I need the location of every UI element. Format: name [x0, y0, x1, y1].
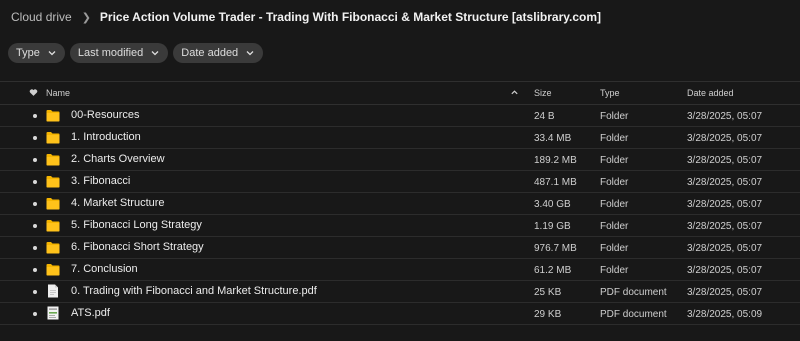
breadcrumb-root-link[interactable]: Cloud drive: [11, 10, 72, 24]
file-name[interactable]: ATS.pdf: [71, 307, 110, 319]
table-row[interactable]: 0. Trading with Fibonacci and Market Str…: [0, 281, 800, 303]
table-row[interactable]: 2. Charts Overview 189.2 MB Folder 3/28/202…: [0, 149, 800, 171]
file-size: 1.19 GB: [534, 221, 571, 232]
file-type: Folder: [600, 243, 629, 254]
folder-icon: [46, 263, 60, 276]
file-name[interactable]: 7. Conclusion: [71, 263, 138, 275]
file-date-added: 3/28/2025, 05:07: [687, 199, 763, 210]
row-select-dot-icon[interactable]: [33, 180, 37, 184]
folder-icon: [46, 131, 60, 144]
file-type: Folder: [600, 111, 629, 122]
column-header-date-added[interactable]: Date added: [687, 88, 734, 98]
file-type: PDF document: [600, 287, 667, 298]
filter-last-modified-button[interactable]: Last modified: [69, 43, 169, 63]
file-size: 487.1 MB: [534, 177, 577, 188]
sort-ascending-icon[interactable]: [510, 88, 519, 97]
file-date-added: 3/28/2025, 05:07: [687, 133, 763, 144]
filter-type-button[interactable]: Type: [8, 43, 65, 63]
file-date-added: 3/28/2025, 05:07: [687, 265, 763, 276]
file-date-added: 3/28/2025, 05:07: [687, 177, 763, 188]
file-name[interactable]: 3. Fibonacci: [71, 175, 130, 187]
file-size: 24 B: [534, 111, 555, 122]
table-row[interactable]: 5. Fibonacci Long Strategy 1.19 GB Folder 3…: [0, 215, 800, 237]
breadcrumb-current-folder: Price Action Volume Trader - Trading Wit…: [99, 10, 602, 24]
table-row[interactable]: 7. Conclusion 61.2 MB Folder 3/28/2025, 05:…: [0, 259, 800, 281]
filter-date-added-button[interactable]: Date added: [173, 43, 264, 63]
file-type: Folder: [600, 155, 629, 166]
table-row[interactable]: 00-Resources 24 B Folder 3/28/2025, 05:07: [0, 105, 800, 127]
file-name[interactable]: 5. Fibonacci Long Strategy: [71, 219, 202, 231]
row-select-dot-icon[interactable]: [33, 136, 37, 140]
table-row[interactable]: ATS.pdf 29 KB PDF document 3/28/2025, 05:09: [0, 303, 800, 325]
file-date-added: 3/28/2025, 05:07: [687, 221, 763, 232]
file-name[interactable]: 2. Charts Overview: [71, 153, 165, 165]
pdf-thumbnail-icon: [47, 306, 61, 320]
filter-bar: Type Last modified Date added: [8, 43, 264, 63]
column-header-name[interactable]: Name: [46, 88, 70, 98]
row-select-dot-icon[interactable]: [33, 246, 37, 250]
table-row[interactable]: 3. Fibonacci 487.1 MB Folder 3/28/2025, 05:…: [0, 171, 800, 193]
row-select-dot-icon[interactable]: [33, 290, 37, 294]
breadcrumb: Cloud drive ❯ Price Action Volume Trader…: [11, 9, 601, 25]
file-size: 33.4 MB: [534, 133, 572, 144]
file-list: 00-Resources 24 B Folder 3/28/2025, 05:07 1.…: [0, 105, 800, 325]
row-select-dot-icon[interactable]: [33, 312, 37, 316]
file-size: 976.7 MB: [534, 243, 577, 254]
chevron-down-icon: [246, 51, 254, 56]
row-select-dot-icon[interactable]: [33, 114, 37, 118]
file-name[interactable]: 6. Fibonacci Short Strategy: [71, 241, 204, 253]
table-row[interactable]: 6. Fibonacci Short Strategy 976.7 MB Folde…: [0, 237, 800, 259]
table-header: Name Size Type Date added: [0, 81, 800, 105]
row-select-dot-icon[interactable]: [33, 158, 37, 162]
column-header-size[interactable]: Size: [534, 88, 552, 98]
filter-date-added-label: Date added: [181, 47, 239, 59]
table-row[interactable]: 1. Introduction 33.4 MB Folder 3/28/2025, 0…: [0, 127, 800, 149]
row-select-dot-icon[interactable]: [33, 202, 37, 206]
file-date-added: 3/28/2025, 05:07: [687, 287, 763, 298]
folder-icon: [46, 153, 60, 166]
file-date-added: 3/28/2025, 05:07: [687, 111, 763, 122]
file-size: 189.2 MB: [534, 155, 577, 166]
file-type: Folder: [600, 177, 629, 188]
chevron-down-icon: [151, 51, 159, 56]
file-type: PDF document: [600, 309, 667, 320]
folder-icon: [46, 219, 60, 232]
file-size: 25 KB: [534, 287, 562, 298]
folder-icon: [46, 241, 60, 254]
file-date-added: 3/28/2025, 05:07: [687, 155, 763, 166]
file-name[interactable]: 0. Trading with Fibonacci and Market Str…: [71, 285, 317, 297]
file-type: Folder: [600, 265, 629, 276]
row-select-dot-icon[interactable]: [33, 224, 37, 228]
row-select-dot-icon[interactable]: [33, 268, 37, 272]
file-table: Name Size Type Date added 00-Resources 24…: [0, 81, 800, 325]
folder-icon: [46, 109, 60, 122]
table-row[interactable]: 4. Market Structure 3.40 GB Folder 3/28/202…: [0, 193, 800, 215]
folder-icon: [46, 175, 60, 188]
file-size: 29 KB: [534, 309, 562, 320]
column-header-type[interactable]: Type: [600, 88, 620, 98]
filter-last-modified-label: Last modified: [77, 47, 144, 59]
file-name[interactable]: 4. Market Structure: [71, 197, 165, 209]
pdf-file-icon: [47, 284, 61, 298]
folder-icon: [46, 197, 60, 210]
file-name[interactable]: 1. Introduction: [71, 131, 141, 143]
chevron-right-icon: ❯: [81, 11, 91, 24]
file-type: Folder: [600, 199, 629, 210]
file-name[interactable]: 00-Resources: [71, 109, 139, 121]
filter-type-label: Type: [16, 47, 40, 59]
file-type: Folder: [600, 221, 629, 232]
file-type: Folder: [600, 133, 629, 144]
file-date-added: 3/28/2025, 05:07: [687, 243, 763, 254]
file-size: 61.2 MB: [534, 265, 572, 276]
heart-icon[interactable]: [29, 88, 38, 97]
chevron-down-icon: [48, 51, 56, 56]
file-size: 3.40 GB: [534, 199, 571, 210]
file-date-added: 3/28/2025, 05:09: [687, 309, 763, 320]
